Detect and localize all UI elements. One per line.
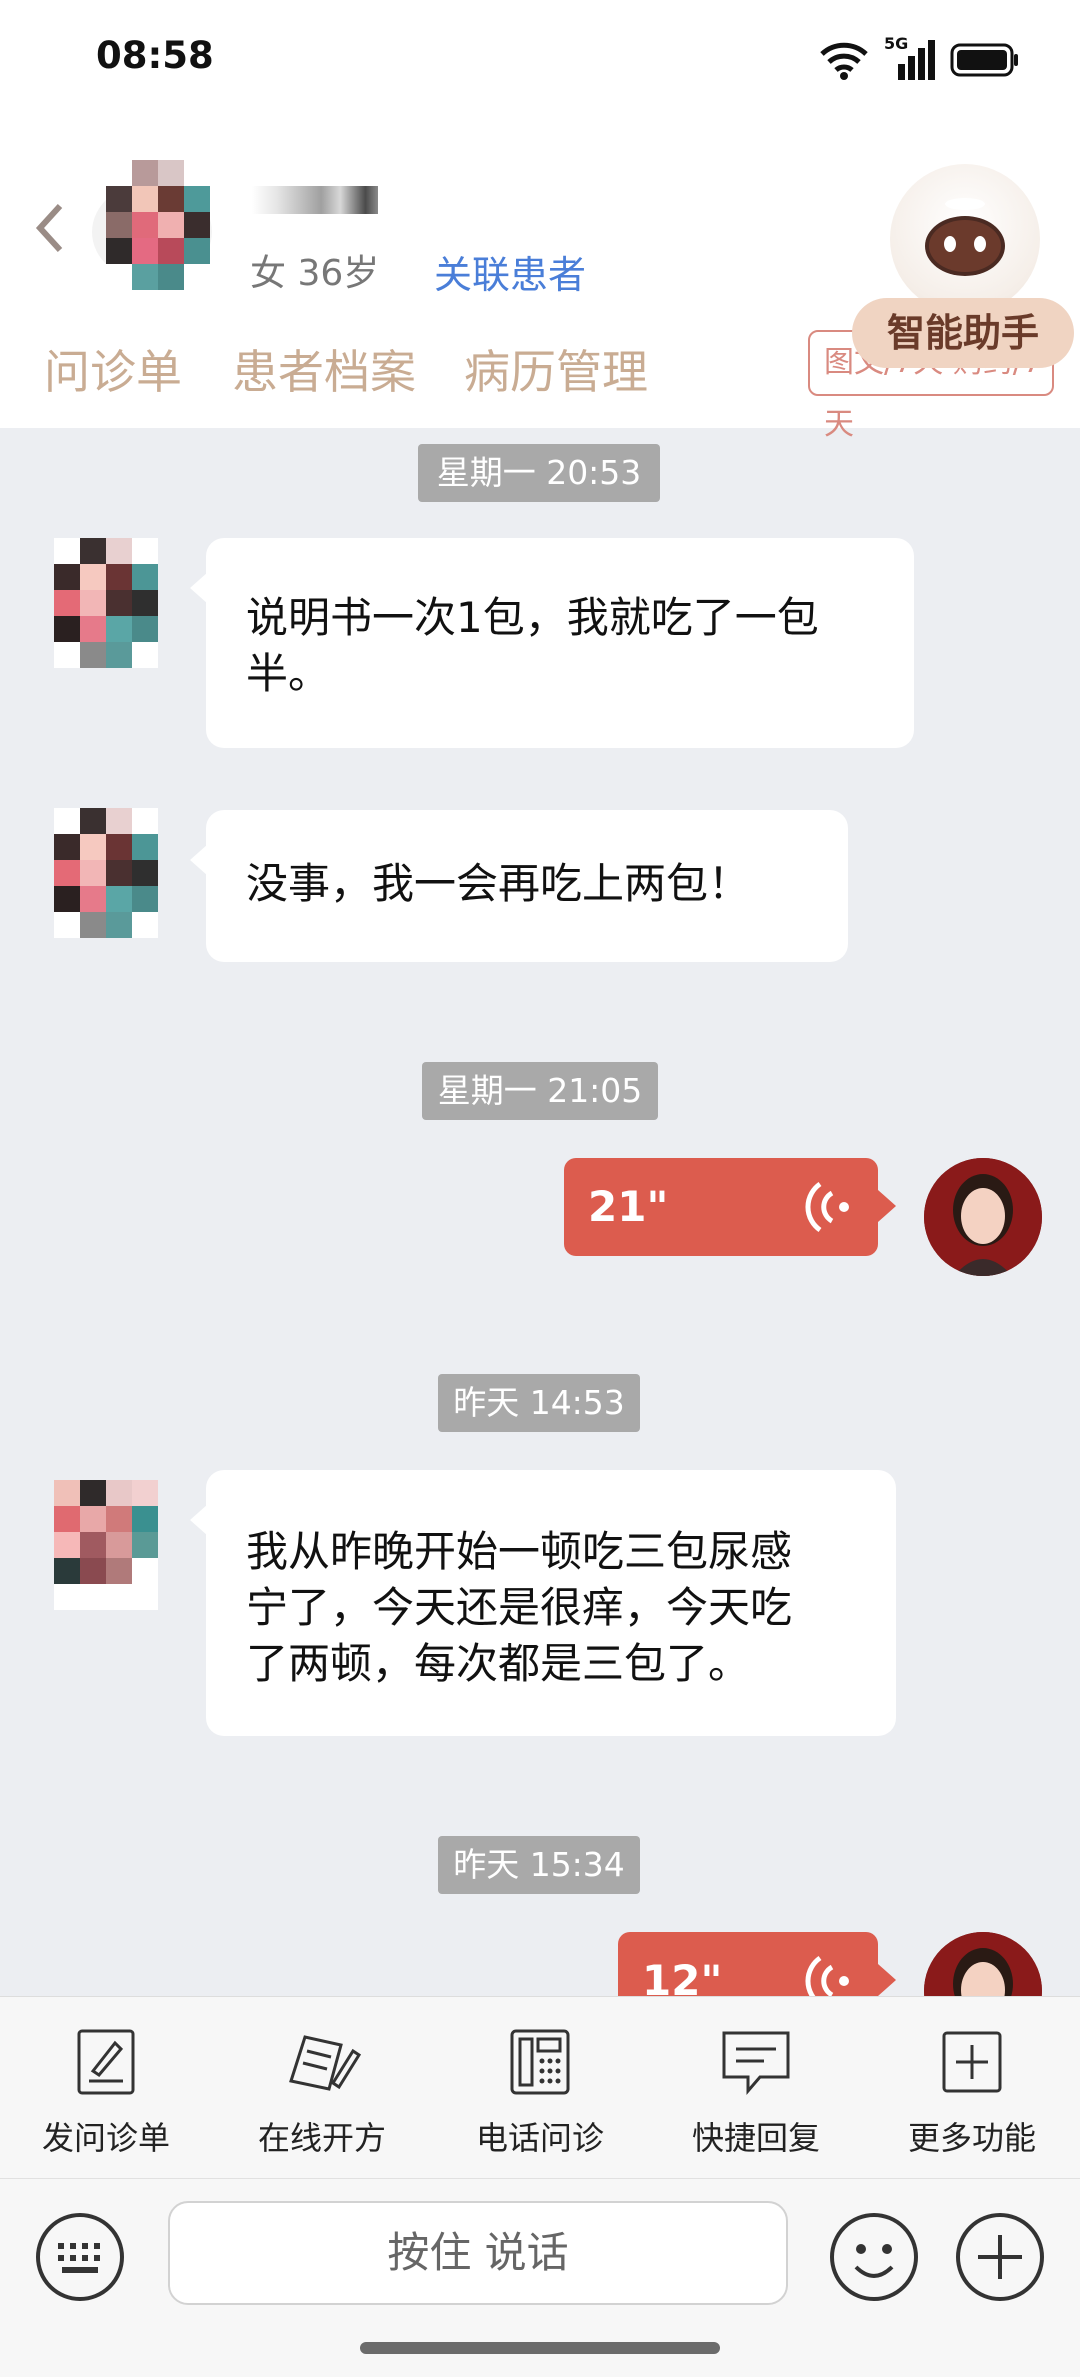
tool-label: 电话问诊 bbox=[475, 2119, 604, 2157]
patient-avatar[interactable] bbox=[92, 160, 218, 292]
tool-label: 更多功能 bbox=[907, 2119, 1036, 2157]
home-indicator[interactable] bbox=[360, 2342, 720, 2354]
timestamp: 昨天 14:53 bbox=[438, 1374, 640, 1432]
prescription-icon bbox=[289, 2035, 362, 2091]
patient-avatar[interactable] bbox=[54, 1480, 158, 1610]
message-line: 说明书一次1包，我就吃了一包 bbox=[246, 593, 819, 642]
timestamp: 昨天 15:34 bbox=[438, 1836, 640, 1894]
signal-icon: 5G bbox=[884, 34, 936, 82]
status-icons: 5G bbox=[818, 34, 1020, 84]
doctor-avatar[interactable] bbox=[924, 1158, 1042, 1276]
tab-consult-form[interactable]: 问诊单 bbox=[44, 336, 182, 402]
tab-record-management[interactable]: 病历管理 bbox=[464, 336, 648, 402]
keyboard-icon[interactable] bbox=[34, 2211, 126, 2303]
function-toolbar: 发问诊单 在线开方 电话问诊 快捷回复 更多功能 bbox=[0, 1996, 1080, 2179]
assistant-button[interactable]: 智能助手 bbox=[852, 298, 1074, 368]
status-time: 08:58 bbox=[96, 34, 214, 77]
online-prescription-button[interactable]: 在线开方 bbox=[222, 2027, 422, 2159]
patient-name-redacted bbox=[252, 186, 378, 214]
message-line: 没事，我一会再吃上两包！ bbox=[246, 859, 751, 908]
tool-label: 发问诊单 bbox=[41, 2119, 170, 2157]
phone-consult-button[interactable]: 电话问诊 bbox=[440, 2027, 640, 2159]
more-functions-button[interactable]: 更多功能 bbox=[872, 2027, 1072, 2159]
message-bubble[interactable]: 没事，我一会再吃上两包！ bbox=[190, 810, 848, 962]
message-line: 宁了，今天还是很痒，今天吃 bbox=[246, 1583, 793, 1632]
voice-wave-icon bbox=[805, 1181, 849, 1233]
wifi-icon bbox=[820, 42, 868, 80]
tool-label: 快捷回复 bbox=[691, 2119, 820, 2157]
patient-avatar[interactable] bbox=[54, 808, 158, 938]
message-line: 我从昨晚开始一顿吃三包尿感 bbox=[246, 1527, 793, 1576]
message-line: 半。 bbox=[246, 649, 331, 698]
voice-message[interactable]: 21" bbox=[564, 1158, 896, 1256]
timestamp: 星期一 20:53 bbox=[418, 444, 660, 502]
link-patient-button[interactable]: 关联患者 bbox=[434, 244, 586, 299]
hold-to-talk-button[interactable]: 按住 说话 bbox=[168, 2201, 788, 2305]
quick-reply-button[interactable]: 快捷回复 bbox=[656, 2027, 856, 2159]
plus-circle-icon[interactable] bbox=[954, 2211, 1046, 2303]
form-edit-icon bbox=[77, 2029, 135, 2095]
patient-gender-age: 女 36岁 bbox=[250, 253, 380, 294]
voice-duration: 21" bbox=[588, 1182, 669, 1231]
message-line: 了两顿，每次都是三包了。 bbox=[246, 1639, 751, 1688]
plus-square-icon bbox=[942, 2031, 1002, 2093]
assistant-robot-icon[interactable] bbox=[890, 164, 1040, 314]
back-chevron-icon[interactable] bbox=[32, 198, 68, 258]
tool-label: 在线开方 bbox=[257, 2119, 386, 2157]
chat-bubble-icon bbox=[722, 2031, 790, 2096]
emoji-icon[interactable] bbox=[828, 2211, 920, 2303]
send-consult-form-button[interactable]: 发问诊单 bbox=[6, 2027, 206, 2159]
message-bubble[interactable]: 说明书一次1包，我就吃了一包 半。 bbox=[190, 538, 914, 748]
tab-patient-file[interactable]: 患者档案 bbox=[232, 336, 416, 402]
timestamp: 星期一 21:05 bbox=[422, 1062, 658, 1120]
phone-icon bbox=[510, 2029, 570, 2095]
patient-avatar[interactable] bbox=[54, 538, 158, 668]
battery-icon bbox=[950, 43, 1018, 77]
message-bubble[interactable]: 我从昨晚开始一顿吃三包尿感 宁了，今天还是很痒，今天吃 了两顿，每次都是三包了。 bbox=[190, 1470, 896, 1736]
